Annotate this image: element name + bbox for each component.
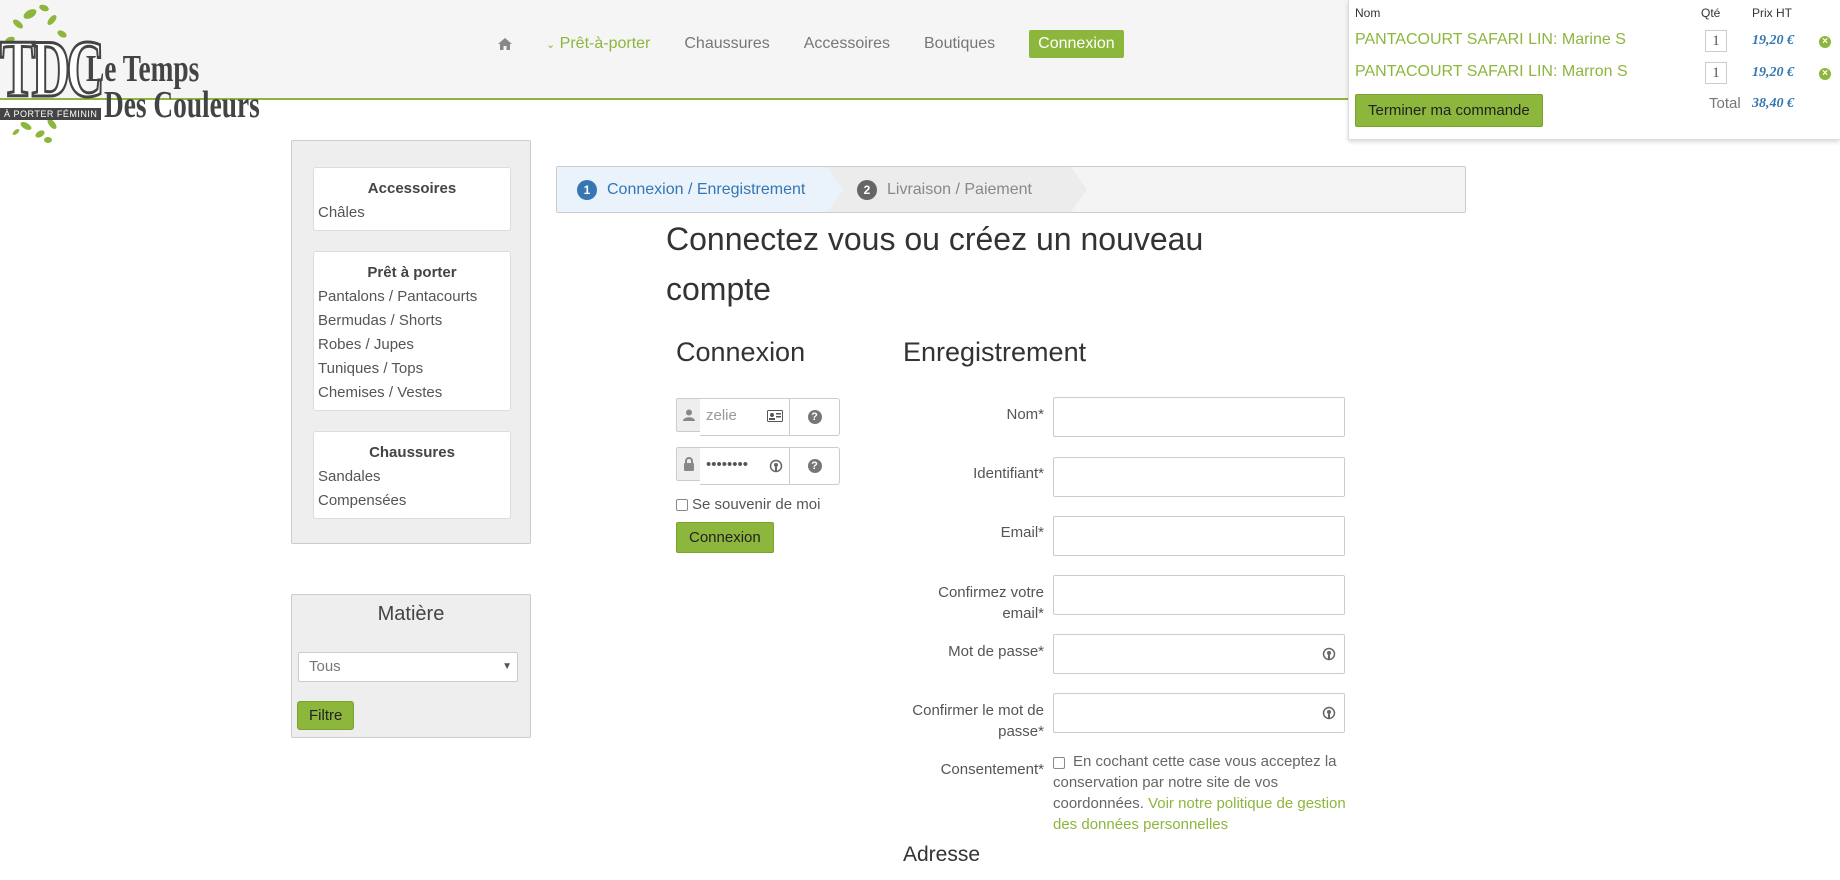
cart-item-name[interactable]: PANTACOURT SAFARI LIN: Marine S — [1355, 31, 1626, 49]
category-link[interactable]: Bermudas / Shorts — [318, 309, 506, 333]
confirm-password-label: Confirmer le mot de passe* — [912, 702, 1044, 740]
nav-login-button[interactable]: Connexion — [1029, 30, 1124, 58]
filter-button[interactable]: Filtre — [297, 701, 355, 730]
cart-item-price: 19,20 € — [1752, 65, 1794, 80]
filter-title: Matière — [377, 603, 445, 625]
email-label: Email* — [1000, 524, 1044, 541]
remove-item-icon[interactable]: × — [1819, 36, 1831, 48]
password-help-button[interactable]: ? — [789, 447, 840, 485]
category-title: Chaussures — [369, 444, 455, 461]
password-reveal-icon[interactable] — [769, 459, 783, 473]
username-help-button[interactable]: ? — [789, 398, 840, 436]
nav-item-accessoires[interactable]: Accessoires — [804, 35, 890, 53]
email-input[interactable] — [1053, 516, 1345, 556]
category-link[interactable]: Robes / Jupes — [318, 333, 506, 357]
step-delivery-payment[interactable]: 2 Livraison / Paiement — [827, 167, 1087, 212]
category-link[interactable]: Sandales — [318, 465, 506, 489]
nav-item-pret-a-porter[interactable]: ⌄ Prêt-à-porter — [546, 35, 650, 53]
username-input[interactable]: zelie — [700, 398, 790, 436]
confirm-email-label: Confirmez votre email* — [938, 584, 1044, 622]
question-icon: ? — [807, 410, 822, 424]
remember-me-label: Se souvenir de moi — [692, 496, 821, 513]
nav-item-boutiques[interactable]: Boutiques — [924, 35, 995, 53]
password-value: •••••••• — [706, 456, 749, 473]
cart-header-name: Nom — [1355, 6, 1381, 20]
login-submit-button[interactable]: Connexion — [676, 522, 774, 553]
password-input[interactable]: •••••••• — [700, 447, 790, 485]
category-title: Prêt à porter — [367, 264, 457, 281]
password-reveal-icon[interactable] — [1322, 647, 1336, 661]
nav-home[interactable] — [498, 37, 512, 51]
nom-label: Nom* — [1006, 406, 1044, 423]
category-box-chaussures: Chaussures Sandales Compensées — [313, 431, 511, 519]
identifiant-label: Identifiant* — [973, 465, 1044, 482]
remove-item-icon[interactable]: × — [1819, 68, 1831, 80]
password-label: Mot de passe* — [948, 643, 1044, 660]
step-label: Livraison / Paiement — [887, 180, 1032, 198]
cart-header-qty: Qté — [1701, 6, 1721, 20]
category-sidebar: Accessoires Châles Prêt à porter Pantalo… — [291, 140, 531, 544]
consent-label: Consentement* — [940, 761, 1044, 778]
cart-item-qty[interactable]: 1 — [1705, 62, 1727, 84]
login-title: Connexion — [676, 337, 806, 367]
step-number: 1 — [577, 179, 597, 200]
question-icon: ? — [807, 459, 822, 473]
cart-total-value: 38,40 € — [1752, 96, 1794, 111]
checkout-steps: 2 Livraison / Paiement 1 Connexion / Enr… — [556, 166, 1466, 213]
category-box-pret-a-porter: Prêt à porter Pantalons / Pantacourts Be… — [313, 251, 511, 411]
material-select-value: Tous — [309, 658, 341, 675]
username-group: zelie ? — [676, 398, 840, 436]
nav-item-chaussures[interactable]: Chaussures — [684, 35, 769, 53]
cart-item-price: 19,20 € — [1752, 33, 1794, 48]
category-link[interactable]: Compensées — [318, 489, 506, 513]
logo-title-line2: Des Couleurs — [104, 84, 260, 126]
category-box-accessoires: Accessoires Châles — [313, 167, 511, 231]
register-password-input[interactable] — [1053, 634, 1345, 674]
nav-item-label: Prêt-à-porter — [559, 35, 651, 52]
password-reveal-icon[interactable] — [1322, 706, 1336, 720]
remember-me-checkbox[interactable] — [676, 498, 688, 511]
address-title: Adresse — [903, 843, 981, 866]
chevron-down-icon: ⌄ — [546, 39, 556, 51]
consent-checkbox[interactable] — [1053, 757, 1065, 769]
consent-block: En cochant cette case vous acceptez la c… — [1053, 751, 1353, 835]
category-link[interactable]: Châles — [318, 201, 506, 225]
username-value: zelie — [706, 407, 737, 424]
category-link[interactable]: Pantalons / Pantacourts — [318, 285, 506, 309]
confirm-email-input[interactable] — [1053, 575, 1345, 615]
remember-me[interactable]: Se souvenir de moi — [676, 496, 820, 513]
caret-down-icon: ▼ — [502, 661, 512, 672]
id-card-icon — [767, 410, 783, 422]
user-icon — [676, 398, 701, 432]
material-filter-panel: Matière Tous ▼ Filtre — [291, 594, 531, 738]
cart-item-qty[interactable]: 1 — [1705, 30, 1727, 52]
cart-total-label: Total — [1709, 95, 1741, 112]
cart-header-price: Prix HT — [1752, 6, 1792, 20]
page-title: Connectez vous ou créez un nouveau compt… — [666, 221, 1204, 307]
step-login-register[interactable]: 1 Connexion / Enregistrement — [557, 167, 843, 212]
password-group: •••••••• ? — [676, 447, 840, 485]
category-link[interactable]: Tuniques / Tops — [318, 357, 506, 381]
identifiant-input[interactable] — [1053, 457, 1345, 497]
step-number: 2 — [857, 179, 877, 200]
cart-panel: Nom Qté Prix HT PANTACOURT SAFARI LIN: M… — [1348, 0, 1840, 140]
site-logo[interactable]: TDC À PORTER FÉMININ Le Temps Des Couleu… — [0, 0, 270, 146]
lock-icon — [676, 447, 701, 481]
confirm-password-input[interactable] — [1053, 693, 1345, 733]
cart-item-name[interactable]: PANTACOURT SAFARI LIN: Marron S — [1355, 63, 1628, 81]
finish-order-button[interactable]: Terminer ma commande — [1355, 94, 1543, 127]
logo-title-line1: Le Temps — [86, 48, 200, 90]
home-icon — [498, 38, 512, 50]
category-link[interactable]: Chemises / Vestes — [318, 381, 506, 405]
register-title: Enregistrement — [903, 337, 1087, 367]
category-title: Accessoires — [367, 180, 457, 197]
logo-tagline: À PORTER FÉMININ — [0, 108, 102, 120]
material-select[interactable]: Tous ▼ — [298, 652, 518, 682]
nom-input[interactable] — [1053, 397, 1345, 437]
step-label: Connexion / Enregistrement — [607, 180, 806, 198]
main-nav: ⌄ Prêt-à-porter Chaussures Accessoires B… — [498, 30, 1158, 58]
